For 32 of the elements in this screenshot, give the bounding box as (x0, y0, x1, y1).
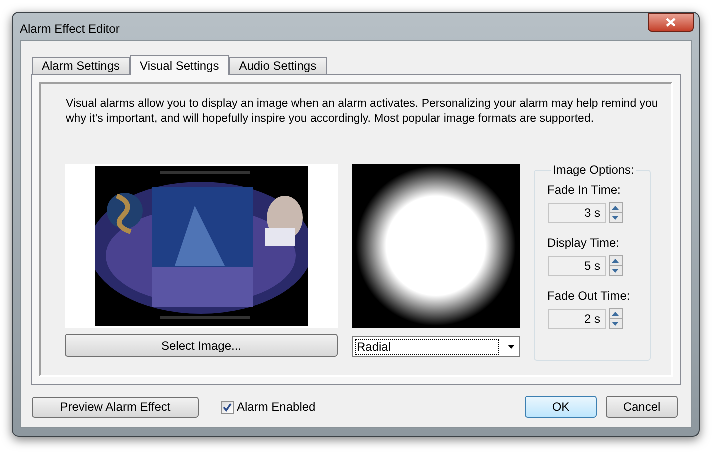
up-arrow-icon (612, 312, 619, 316)
check-icon (223, 402, 232, 412)
tab[interactable]: Audio Settings (229, 57, 327, 74)
dropdown-arrow-icon (508, 344, 515, 348)
close-button[interactable] (648, 13, 694, 32)
close-icon (666, 18, 676, 27)
effect-dropdown[interactable]: Radial (352, 336, 520, 357)
time-field[interactable]: 2 s (548, 308, 606, 328)
up-arrow-icon (612, 258, 619, 262)
group-title: Image Options: (551, 163, 636, 177)
tab[interactable]: Visual Settings (130, 55, 230, 75)
spin-buttons[interactable] (608, 255, 622, 276)
down-arrow-icon (612, 216, 619, 220)
field-label: Fade Out Time: (548, 289, 632, 303)
tab[interactable]: Alarm Settings (32, 57, 130, 74)
down-arrow-icon (612, 268, 619, 272)
dialog-button[interactable]: OK (525, 396, 597, 418)
dialog-button[interactable]: Cancel (606, 396, 678, 418)
field-label: Display Time: (548, 236, 621, 250)
down-arrow-icon (612, 322, 619, 326)
alarm-enabled-checkbox[interactable] (221, 400, 234, 414)
preview-alarm-effect-button[interactable]: Preview Alarm Effect (32, 396, 199, 418)
up-arrow-icon (612, 206, 619, 210)
select-image-button[interactable]: Select Image... (65, 334, 338, 357)
description-text: Visual alarms allow you to display an image when an alarm activates. Personalizing your alarm may help remind you why it's important, and will hopefully inspire you accordingly. Most popular image formats are supported. (66, 97, 660, 127)
alarm-enabled-label: Alarm Enabled (237, 399, 316, 416)
spin-buttons[interactable] (608, 202, 622, 223)
field-label: Fade In Time: (548, 183, 622, 197)
window-title: Alarm Effect Editor (20, 21, 120, 38)
spin-buttons[interactable] (608, 308, 622, 329)
time-field[interactable]: 3 s (548, 202, 606, 222)
time-field[interactable]: 5 s (548, 256, 606, 276)
